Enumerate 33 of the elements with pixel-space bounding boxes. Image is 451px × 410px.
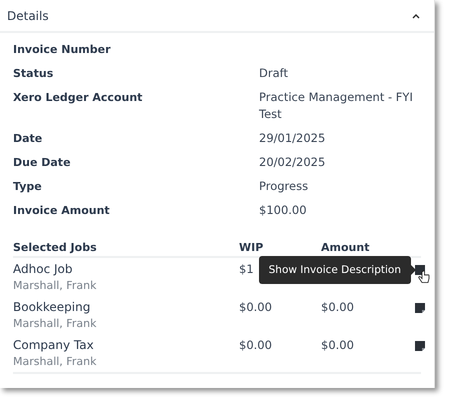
column-header: Amount [321,241,370,254]
field-label: Type [13,179,43,195]
field-label: Due Date [13,155,72,171]
field-value: 29/01/2025 [259,130,326,147]
job-person: Marshall, Frank [13,317,98,330]
job-name: Company Tax [13,338,95,352]
field-value: Progress [259,178,310,195]
column-header: Selected Jobs [13,241,98,254]
column-header: WIP [239,241,264,254]
panel-title: Details [7,8,49,22]
collapse-chevron-icon[interactable] [412,12,420,18]
tooltip: Show Invoice Description [258,256,416,284]
job-person: Marshall, Frank [13,355,98,368]
wip-value: $0.00 [239,300,272,314]
field-value: $100.00 [259,202,308,219]
hand-cursor-icon [418,270,430,284]
note-icon[interactable] [415,303,425,313]
wip-value: $0.00 [239,338,272,352]
wip-value: $1 [239,262,254,276]
note-icon[interactable] [415,341,425,351]
amount-value: $0.00 [321,300,354,314]
amount-value: $0.00 [321,338,354,352]
field-label: Date [13,131,44,147]
job-name: Bookkeeping [13,300,92,314]
field-label: Xero Ledger Account [13,90,144,106]
field-label: Invoice Amount [13,203,111,219]
field-label: Status [13,66,54,82]
field-value: Draft [259,65,289,82]
job-name: Adhoc Job [13,262,74,276]
job-person: Marshall, Frank [13,279,98,292]
field-label: Invoice Number [13,42,112,58]
field-value: 20/02/2025 [259,154,326,171]
field-value: Practice Management - FYI Test [259,89,414,123]
